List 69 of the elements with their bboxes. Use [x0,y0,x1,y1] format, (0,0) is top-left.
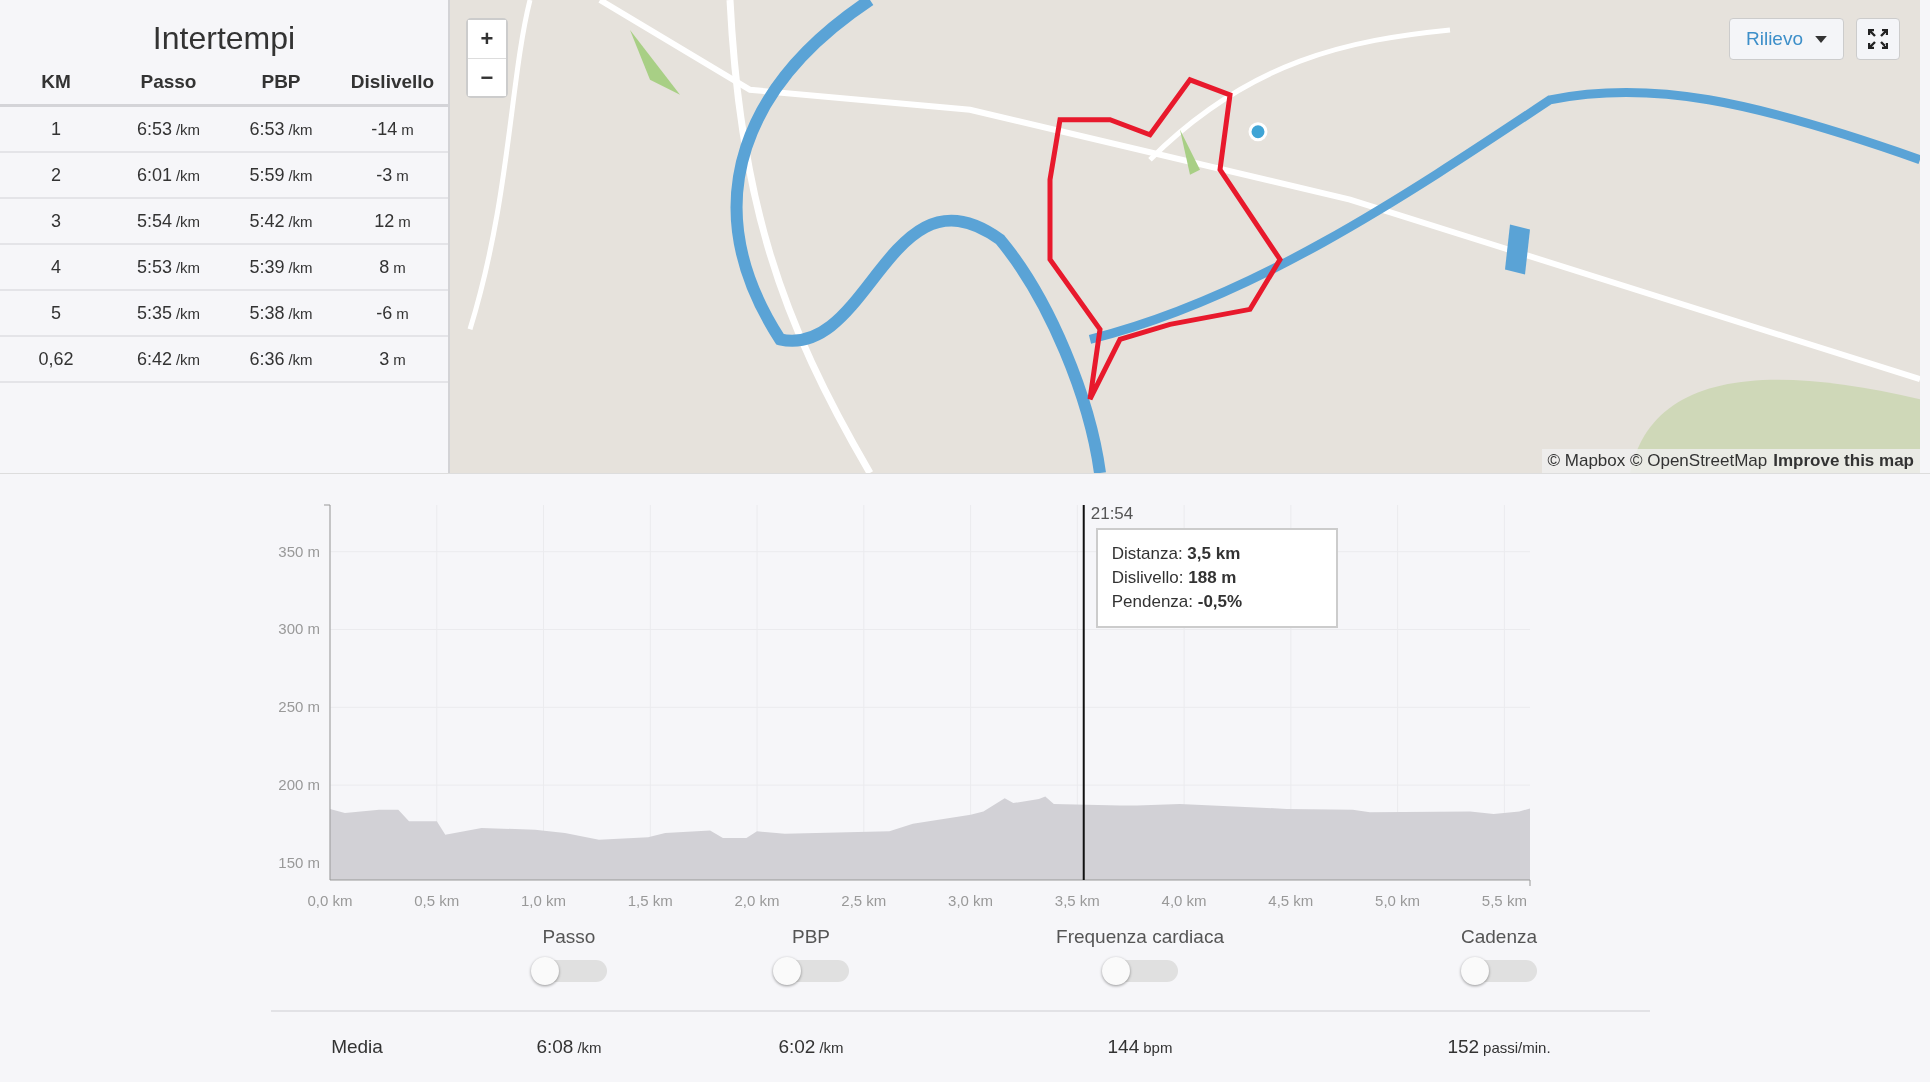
table-cell-text: -6 m [375,302,410,324]
toggle-label: Cadenza [1460,926,1538,948]
x-tick-label: 0,0 km [307,892,353,909]
toggle-switch[interactable] [531,956,607,986]
x-tick-label: 3,0 km [948,892,994,909]
toggle-switch[interactable] [1102,956,1178,986]
table-cell-text: 6:53 /km [135,118,202,140]
x-tick-label: 2,5 km [841,892,887,909]
table-cell-text: 5:54 /km [135,210,202,232]
x-tick-label: 3,5 km [1054,892,1100,909]
table-cell-text: 3 m [378,348,407,370]
x-tick-label: 5,5 km [1481,892,1527,909]
y-tick-label: 150 m [278,853,320,871]
tooltip-text: Distanza: 3,5 km [1111,543,1242,565]
fullscreen-icon [1868,29,1888,49]
table-cell-text: 6:01 /km [135,164,202,186]
toggle-label: PBP [792,926,830,948]
table-cell-text: 1 [50,118,62,140]
table-cell-text: 3 [50,210,62,232]
summary-label: Media [330,1036,384,1058]
x-tick-label: 5,0 km [1375,892,1421,909]
table-cell-text: 8 m [378,256,407,278]
table-cell-text: 5 [50,302,62,324]
improve-map-link[interactable]: Improve this map [1773,451,1914,471]
table-cell-text: 5:39 /km [248,256,314,278]
table-cell-text: 5:35 /km [135,302,202,324]
summary-value: 144 bpm [1106,1036,1174,1058]
table-cell-text: 5:59 /km [248,164,314,186]
summary-value: 6:02 /km [777,1036,845,1058]
x-tick-label: 0,5 km [414,892,460,909]
summary-value: 152 passi/min. [1446,1036,1552,1058]
table-cell-text: 0,62 [37,348,75,370]
table-cell-text: 6:42 /km [135,348,202,370]
table-cell-text: 2 [50,164,62,186]
table-cell-text: 12 m [373,210,412,232]
tooltip-text: Pendenza: -0,5% [1111,591,1244,613]
x-tick-label: 1,0 km [521,892,567,909]
table-cell-text: -3 m [375,164,410,186]
table-cell-text: 6:36 /km [248,348,314,370]
toggle-switch[interactable] [1461,956,1537,986]
map-attribution: © Mapbox © OpenStreetMap [1547,451,1768,471]
zoom-out-button[interactable]: − [468,58,506,96]
y-tick-label: 200 m [278,776,320,794]
column-header: KM [40,71,72,93]
table-cell-text: 6:53 /km [248,118,314,140]
y-tick-label: 300 m [278,620,320,638]
column-header: PBP [260,71,302,93]
x-tick-label: 2,0 km [734,892,780,909]
x-tick-label: 4,5 km [1268,892,1314,909]
table-cell-text: -14 m [370,118,415,140]
column-header: Passo [139,71,198,93]
table-cell-text: 5:53 /km [135,256,202,278]
caret-icon [1815,35,1827,43]
table-cell-text: 5:38 /km [248,302,314,324]
toggle-label: Frequenza cardiaca [1056,926,1224,948]
toggle-switch[interactable] [773,956,849,986]
x-tick-label: 4,0 km [1161,892,1207,909]
tooltip-text: Dislivello: 188 m [1111,567,1238,589]
summary-value: 6:08 /km [535,1036,603,1058]
x-tick-label: 1,5 km [627,892,673,909]
toggle-label: Passo [542,926,596,948]
table-cell-text: 4 [50,256,62,278]
cursor-time: 21:54 [1090,504,1134,524]
splits-title: Intertempi [151,19,297,58]
column-header: Dislivello [349,71,436,93]
table-cell-text: 5:42 /km [248,210,314,232]
y-tick-label: 350 m [278,542,320,560]
y-tick-label: 250 m [278,698,320,716]
fullscreen-button[interactable] [1856,18,1900,60]
